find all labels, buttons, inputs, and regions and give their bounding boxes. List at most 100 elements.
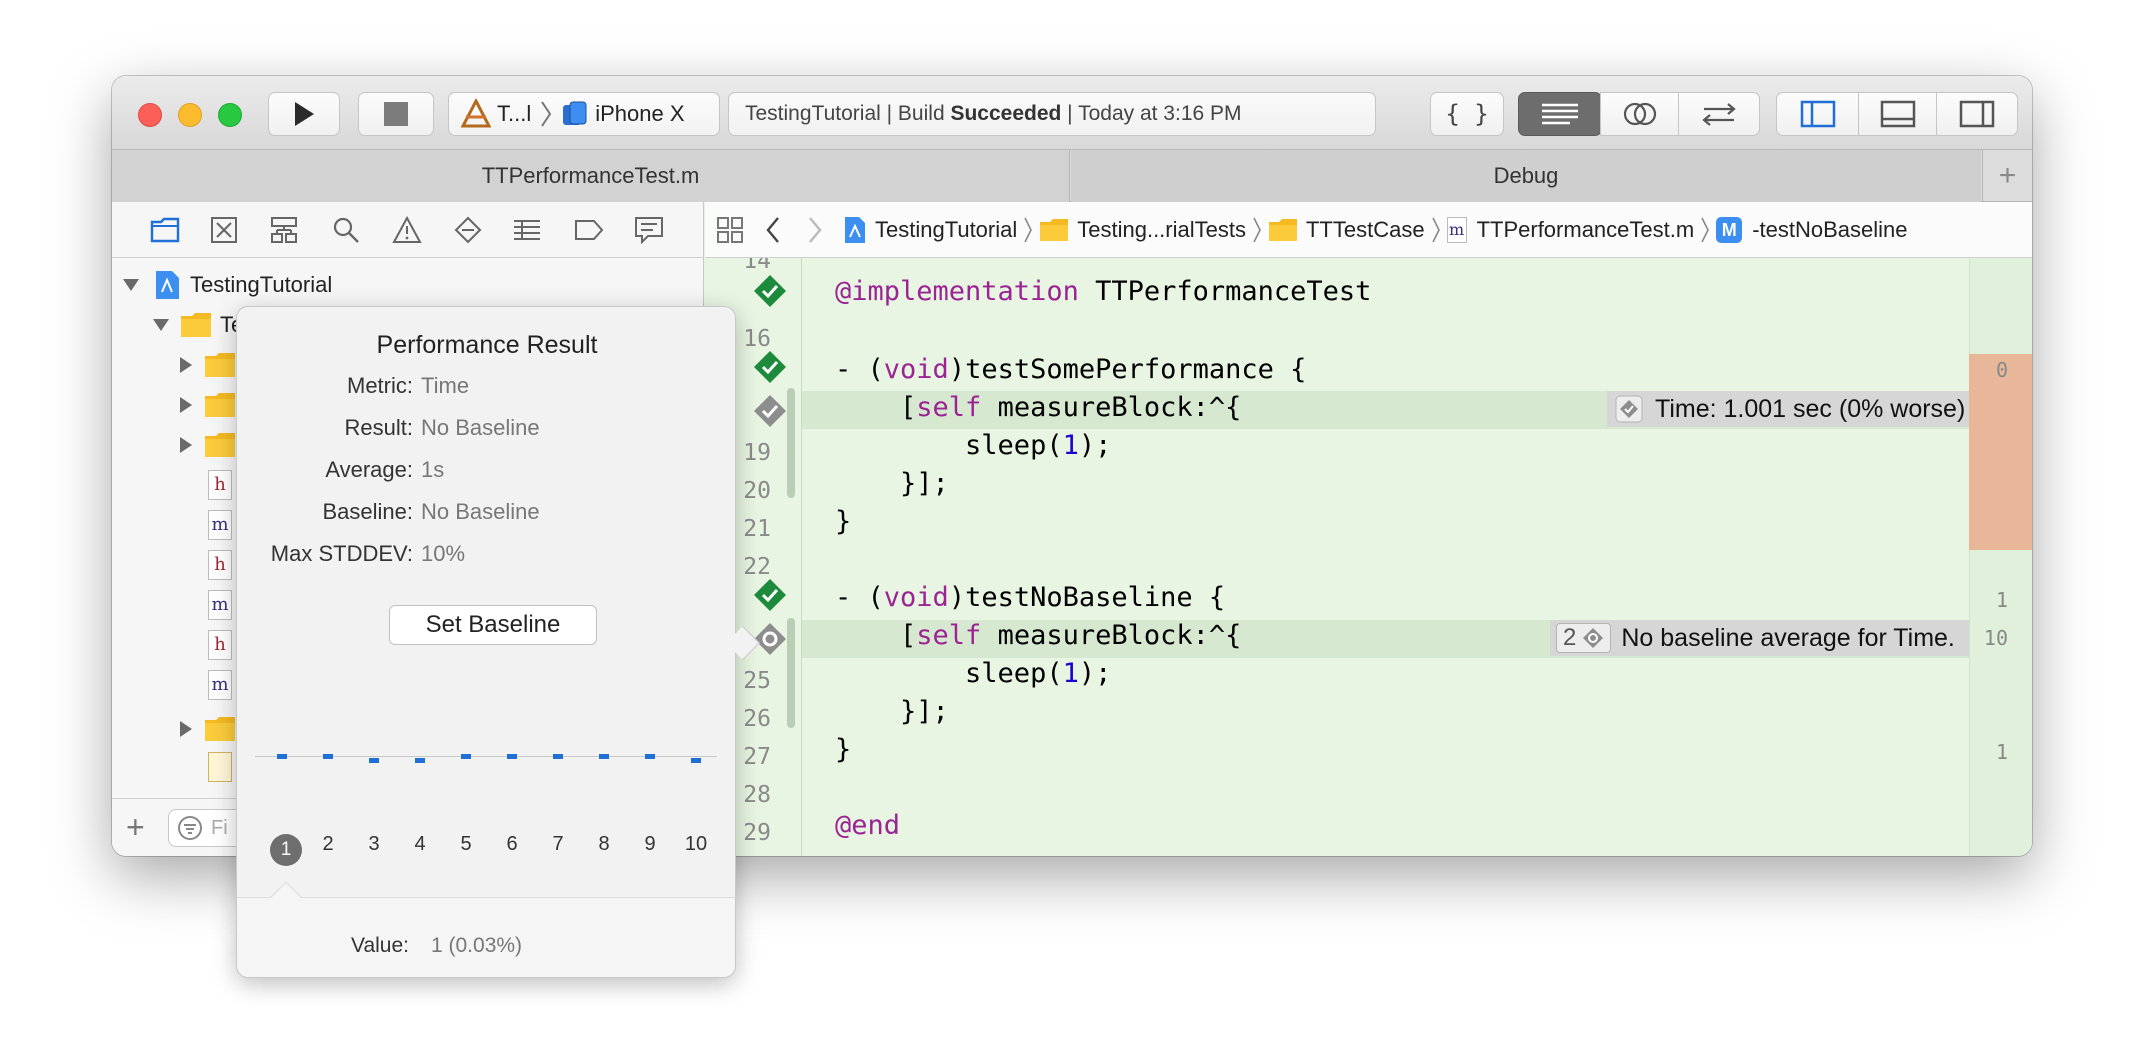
code-line: sleep(1); bbox=[835, 430, 1112, 461]
disclosure-right-icon[interactable] bbox=[178, 396, 194, 414]
close-window-button[interactable] bbox=[138, 103, 162, 127]
tree-row-folder[interactable] bbox=[178, 348, 236, 382]
no-baseline-annotation[interactable]: 2 No baseline average for Time. bbox=[1550, 620, 1969, 656]
run-bar bbox=[461, 754, 471, 759]
run-7[interactable]: 7 bbox=[541, 833, 575, 856]
run-bar bbox=[277, 754, 287, 759]
header-file-icon[interactable]: h bbox=[208, 470, 232, 500]
standard-editor-button[interactable] bbox=[1518, 92, 1602, 136]
stop-button[interactable] bbox=[358, 92, 434, 136]
zoom-window-button[interactable] bbox=[218, 103, 242, 127]
implementation-file-icon[interactable]: m bbox=[208, 590, 232, 620]
code-line: [self measureBlock:^{ bbox=[835, 620, 1242, 651]
folder-icon bbox=[205, 717, 235, 741]
disclosure-right-icon[interactable] bbox=[178, 436, 194, 454]
line-number: 14 bbox=[743, 258, 771, 274]
code-line: } bbox=[835, 506, 852, 537]
source-control-icon[interactable] bbox=[210, 216, 238, 244]
tree-row-folder[interactable] bbox=[178, 712, 236, 746]
interlocking-circles-icon bbox=[1623, 102, 1657, 126]
code-line: - (void)testSomePerformance { bbox=[835, 354, 1307, 385]
activity-project: TestingTutorial bbox=[745, 102, 881, 125]
test-passed-icon[interactable] bbox=[753, 578, 787, 612]
filter-placeholder: Fi bbox=[211, 816, 228, 839]
toolbar: T...l iPhone X TestingTutorial | Build S… bbox=[112, 76, 2032, 150]
scroll-thumb[interactable] bbox=[787, 618, 795, 728]
jump-bar: TestingTutorial Testing...rialTests TTTe… bbox=[705, 202, 2032, 258]
tab-bar: TTPerformanceTest.m Debug + bbox=[112, 150, 2032, 202]
metric-row: Metric: Time bbox=[237, 373, 737, 403]
code-line: }]; bbox=[835, 696, 949, 727]
warning-icon[interactable] bbox=[392, 216, 422, 244]
implementation-file-icon[interactable]: m bbox=[208, 670, 232, 700]
folder-icon[interactable] bbox=[150, 216, 180, 244]
related-items-icon[interactable] bbox=[717, 216, 743, 243]
run-3[interactable]: 3 bbox=[357, 833, 391, 856]
measure-passed-icon[interactable] bbox=[753, 394, 787, 428]
minimize-window-button[interactable] bbox=[178, 103, 202, 127]
tab-debug[interactable]: Debug bbox=[1071, 150, 1981, 202]
run-bar bbox=[645, 754, 655, 759]
toggle-inspector-button[interactable] bbox=[1936, 92, 2018, 136]
average-value: 1s bbox=[421, 457, 445, 482]
metric-label: Metric: bbox=[347, 373, 413, 398]
breakpoint-icon[interactable] bbox=[574, 218, 604, 242]
tree-row-folder[interactable] bbox=[178, 388, 236, 422]
test-passed-icon[interactable] bbox=[753, 274, 787, 308]
stddev-row: Max STDDEV: 10% bbox=[237, 541, 737, 571]
header-file-icon[interactable]: h bbox=[208, 550, 232, 580]
implementation-file-icon[interactable]: m bbox=[208, 510, 232, 540]
disclosure-right-icon[interactable] bbox=[178, 720, 194, 738]
source-editor[interactable]: 14 16 19 20 21 22 25 26 27 28 29 @implem… bbox=[705, 258, 2032, 856]
toggle-debug-area-button[interactable] bbox=[1858, 92, 1938, 136]
disclosure-down-icon[interactable] bbox=[122, 277, 140, 293]
run-bar bbox=[599, 754, 609, 759]
disclosure-right-icon[interactable] bbox=[178, 356, 194, 374]
symbol-hierarchy-icon[interactable] bbox=[270, 216, 298, 244]
scroll-thumb[interactable] bbox=[787, 388, 795, 498]
folder-icon bbox=[205, 353, 235, 377]
scheme-selector[interactable]: T...l iPhone X bbox=[448, 92, 720, 136]
run-5[interactable]: 5 bbox=[449, 833, 483, 856]
breadcrumb-testcase-group[interactable]: TTTestCase bbox=[1306, 217, 1425, 243]
test-passed-icon[interactable] bbox=[753, 350, 787, 384]
run-1-selected[interactable]: 1 bbox=[270, 834, 302, 866]
new-tab-button[interactable]: + bbox=[1982, 150, 2032, 202]
header-file-icon[interactable]: h bbox=[208, 630, 232, 660]
test-navigator-icon[interactable] bbox=[454, 216, 482, 244]
debug-navigator-icon[interactable] bbox=[512, 218, 542, 242]
tab-ttperformancetest[interactable]: TTPerformanceTest.m bbox=[112, 150, 1070, 202]
search-icon[interactable] bbox=[332, 216, 360, 244]
breadcrumb-method[interactable]: -testNoBaseline bbox=[1752, 217, 1907, 243]
report-icon[interactable] bbox=[634, 216, 664, 244]
back-arrow-icon[interactable] bbox=[765, 216, 781, 244]
tab-label: Debug bbox=[1493, 163, 1559, 188]
tree-row-folder[interactable] bbox=[178, 428, 236, 462]
run-2[interactable]: 2 bbox=[311, 833, 345, 856]
toggle-navigator-button[interactable] bbox=[1776, 92, 1860, 136]
run-4[interactable]: 4 bbox=[403, 833, 437, 856]
run-6[interactable]: 6 bbox=[495, 833, 529, 856]
run-8[interactable]: 8 bbox=[587, 833, 621, 856]
average-label: Average: bbox=[325, 457, 413, 482]
library-button[interactable]: { } bbox=[1430, 92, 1504, 136]
set-baseline-button[interactable]: Set Baseline bbox=[389, 605, 597, 645]
breadcrumb-file[interactable]: TTPerformanceTest.m bbox=[1477, 217, 1695, 243]
measure-no-baseline-icon[interactable] bbox=[753, 622, 787, 656]
run-9[interactable]: 9 bbox=[633, 833, 667, 856]
disclosure-down-icon[interactable] bbox=[152, 317, 170, 333]
forward-arrow-icon[interactable] bbox=[807, 216, 823, 244]
tab-label: TTPerformanceTest.m bbox=[481, 163, 700, 188]
run-button[interactable] bbox=[268, 92, 340, 136]
asset-file-icon[interactable] bbox=[208, 752, 232, 782]
add-button[interactable]: + bbox=[126, 809, 145, 846]
tree-row-project[interactable]: TestingTutorial bbox=[112, 268, 703, 302]
performance-annotation[interactable]: Time: 1.001 sec (0% worse) bbox=[1607, 391, 1969, 427]
version-editor-button[interactable] bbox=[1678, 92, 1760, 136]
change-count: 10 bbox=[1983, 626, 2008, 650]
assistant-editor-button[interactable] bbox=[1600, 92, 1680, 136]
run-10[interactable]: 10 bbox=[679, 833, 713, 856]
breadcrumb-tests-group[interactable]: Testing...rialTests bbox=[1077, 217, 1246, 243]
baseline-value: No Baseline bbox=[421, 499, 540, 524]
breadcrumb-project[interactable]: TestingTutorial bbox=[875, 217, 1017, 243]
